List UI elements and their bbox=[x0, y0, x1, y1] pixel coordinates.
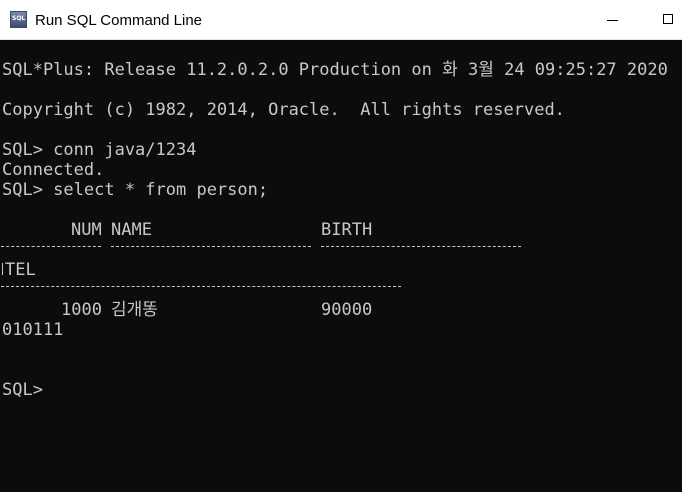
sql-command-line-window: SQL Run SQL Command Line SQL*Plus: Relea… bbox=[0, 0, 682, 492]
text-cursor-stub bbox=[2, 263, 3, 275]
console-output[interactable]: SQL*Plus: Release 11.2.0.2.0 Production … bbox=[0, 60, 682, 492]
num-column-rule bbox=[1, 246, 101, 248]
maximize-icon bbox=[663, 14, 673, 24]
select-command: SQL> select * from person; bbox=[2, 180, 269, 200]
maximize-button[interactable] bbox=[635, 0, 681, 40]
row-tel-cell: 010111 bbox=[2, 320, 64, 340]
name-column-rule bbox=[111, 246, 311, 248]
copyright-line: Copyright (c) 1982, 2014, Oracle. All ri… bbox=[2, 100, 565, 120]
sql-prompt[interactable]: SQL> bbox=[2, 380, 43, 400]
minimize-icon bbox=[607, 20, 618, 21]
connect-command: SQL> conn java/1234 bbox=[2, 140, 197, 160]
birth-column-rule bbox=[321, 246, 521, 248]
title-bar[interactable]: SQL Run SQL Command Line bbox=[0, 0, 682, 40]
row-birth-cell: 90000 bbox=[321, 300, 373, 320]
minimize-button[interactable] bbox=[589, 0, 635, 40]
column-header-name: NAME bbox=[111, 220, 152, 240]
column-header-birth: BIRTH bbox=[321, 220, 373, 240]
window-title: Run SQL Command Line bbox=[35, 12, 203, 29]
sqlplus-app-icon[interactable]: SQL bbox=[10, 11, 27, 28]
column-header-tel: TEL bbox=[5, 260, 36, 280]
row-num-cell: 1000 bbox=[61, 300, 102, 320]
app-icon-label: SQL bbox=[12, 15, 26, 22]
tel-column-rule bbox=[1, 286, 401, 288]
connected-message: Connected. bbox=[2, 160, 105, 180]
column-header-num: NUM bbox=[71, 220, 102, 240]
release-line: SQL*Plus: Release 11.2.0.2.0 Production … bbox=[2, 60, 668, 80]
row-name-cell: 김개똥 bbox=[111, 300, 158, 320]
